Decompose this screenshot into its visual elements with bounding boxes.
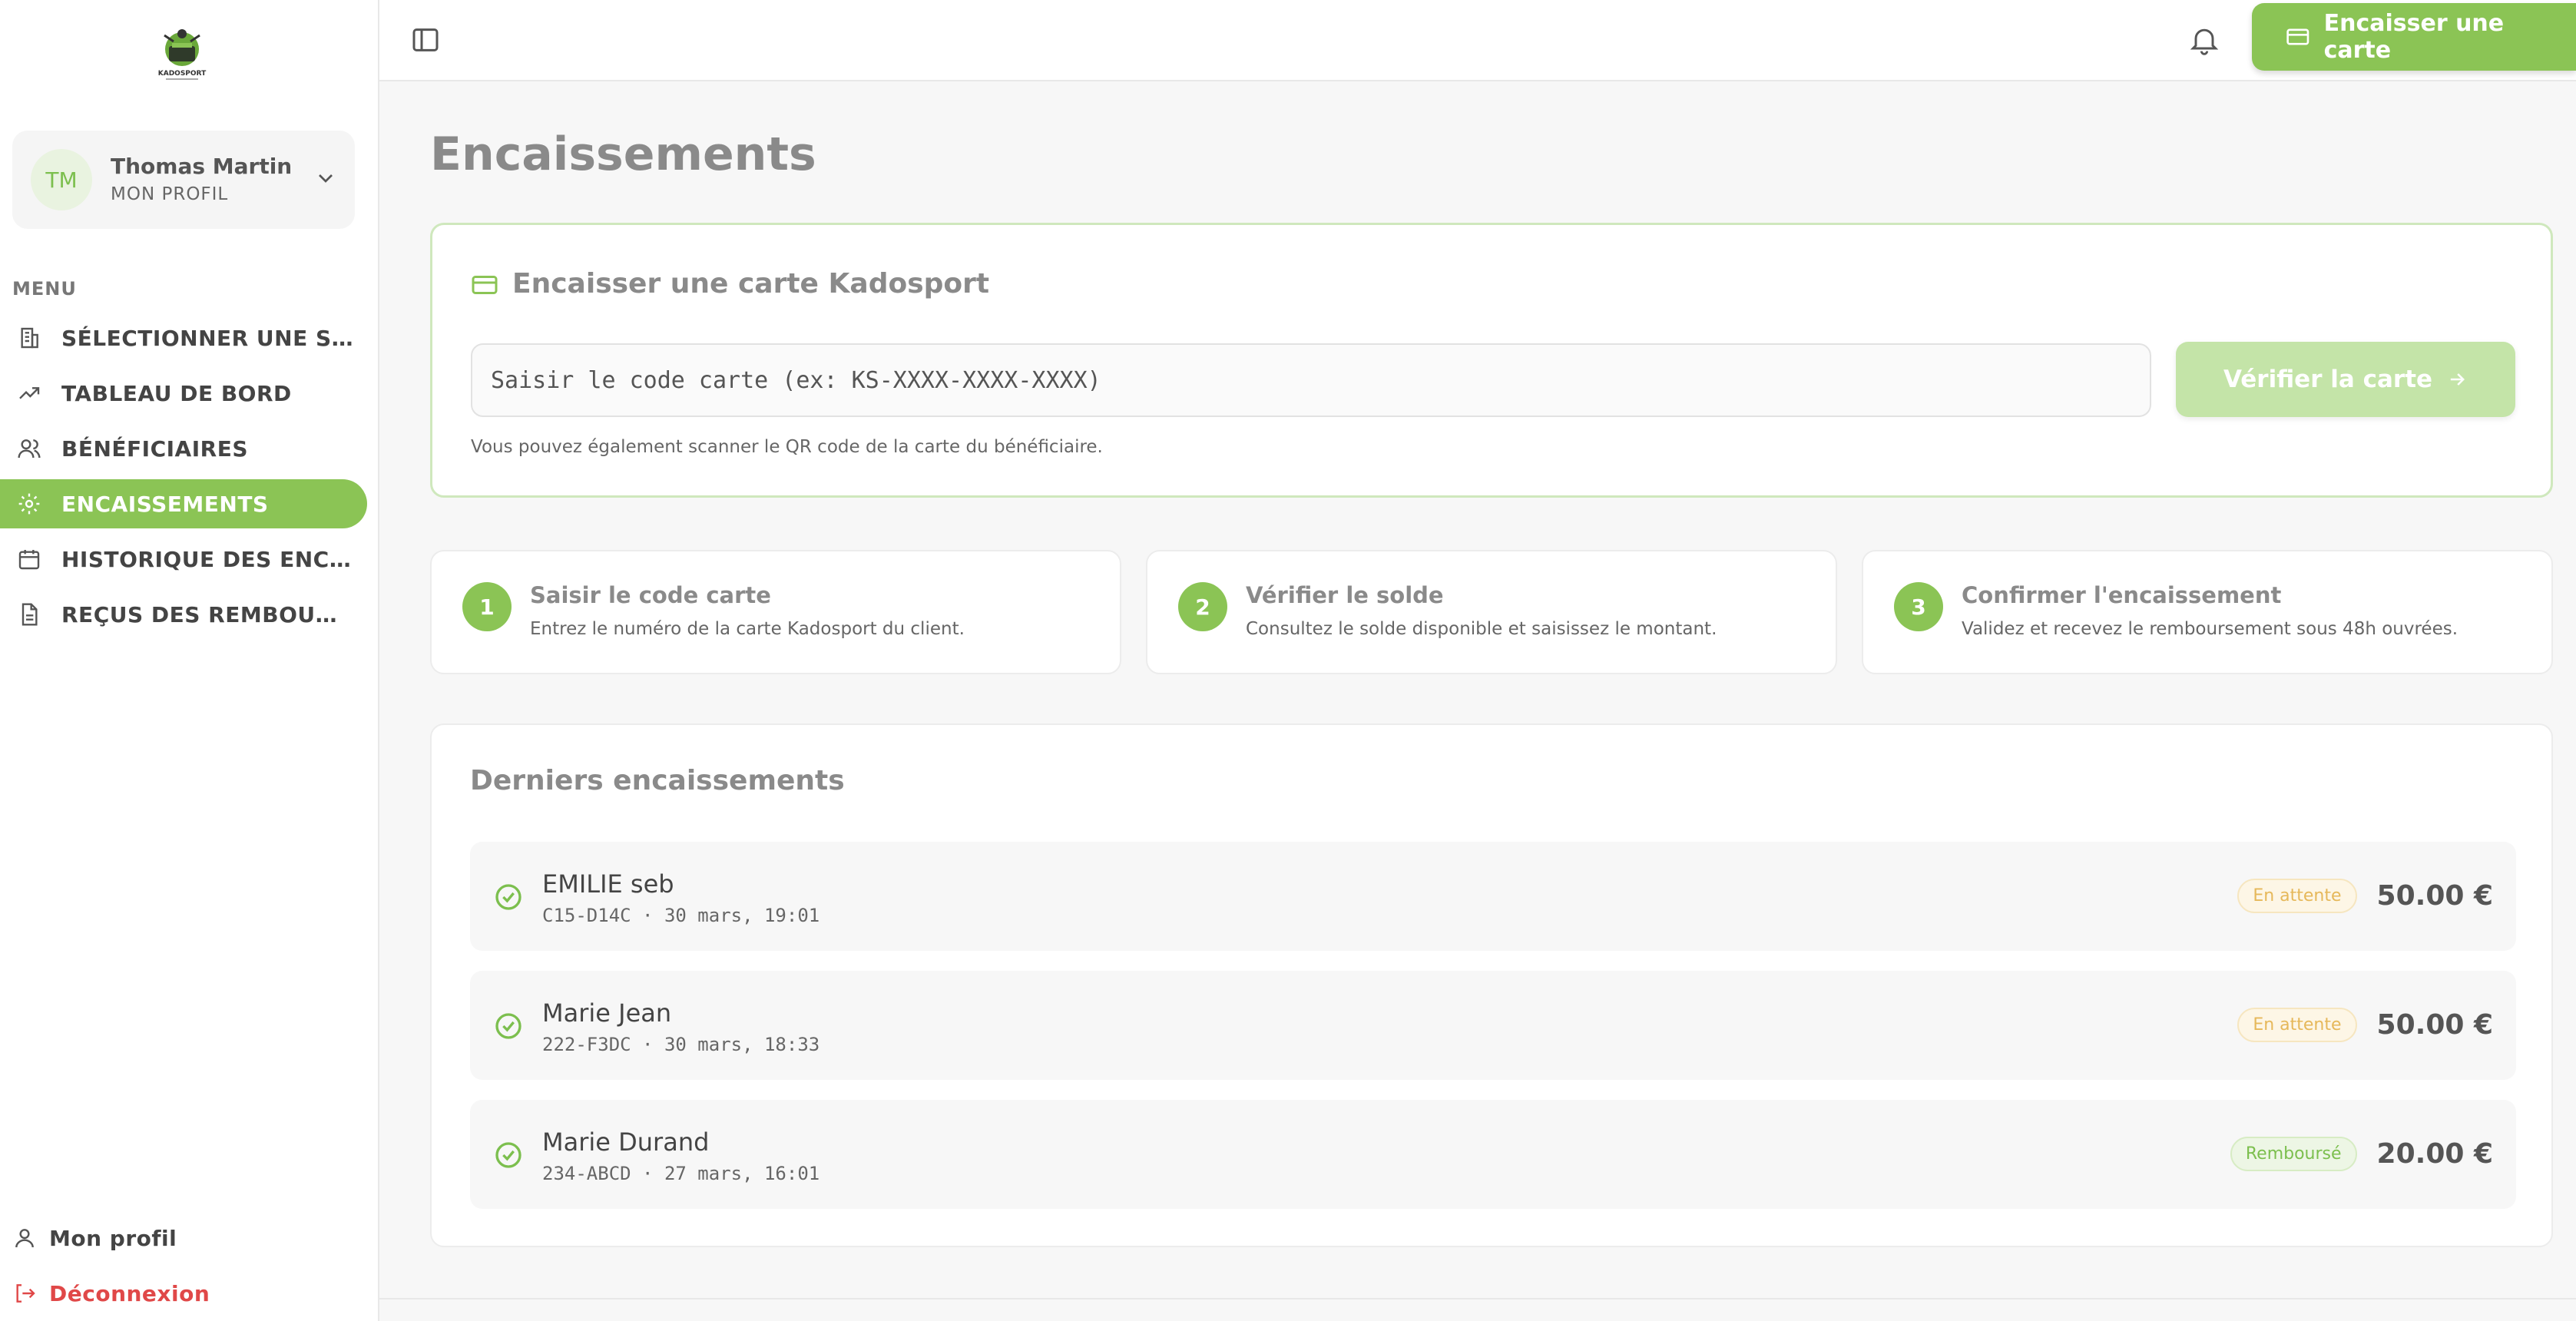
building-icon [21, 327, 38, 349]
step-number: 1 [462, 582, 512, 631]
check-circle-icon [495, 1013, 521, 1039]
cash-card-button[interactable]: Encaisser une carte [2252, 3, 2576, 71]
scan-hint: Vous pouvez également scanner le QR code… [471, 437, 1103, 457]
profile-subtitle: MON PROFIL [111, 184, 229, 204]
document-icon [22, 603, 38, 626]
sidebar-item-encaissements[interactable]: ENCAISSEMENTS [0, 479, 367, 528]
step-title: Saisir le code carte [530, 582, 771, 608]
step-card: 2 Vérifier le solde Consultez le solde d… [1146, 550, 1837, 674]
step-number: 3 [1894, 582, 1943, 631]
sidebar-item-label: REÇUS DES REMBOURSEMENTS [61, 601, 353, 627]
check-circle-icon [495, 1142, 521, 1168]
status-badge: En attente [2237, 1007, 2357, 1042]
sidebar-item-label: HISTORIQUE DES ENCAISSEMENTS [61, 546, 353, 572]
bell-icon[interactable] [2187, 23, 2221, 57]
step-description: Entrez le numéro de la carte Kadosport d… [530, 619, 965, 639]
trending-up-icon [19, 387, 40, 399]
profile-card[interactable]: TM Thomas Martin MON PROFIL [12, 131, 355, 229]
step-number: 2 [1178, 582, 1227, 631]
transaction-row[interactable]: Marie Jean 222-F3DC · 30 mars, 18:33 En … [470, 971, 2516, 1080]
transaction-row[interactable]: EMILIE seb C15-D14C · 30 mars, 19:01 En … [470, 842, 2516, 951]
chevron-down-icon[interactable] [313, 166, 338, 190]
sidebar-item-label: BÉNÉFICIAIRES [61, 435, 248, 462]
cash-card-panel-title: Encaisser une carte Kadosport [512, 268, 990, 300]
recent-transactions-panel: Derniers encaissements EMILIE seb C15-D1… [430, 723, 2553, 1247]
transaction-amount: 50.00 € [2376, 1008, 2493, 1041]
calendar-icon [18, 550, 40, 570]
sidebar-item-history[interactable]: HISTORIQUE DES ENCAISSEMENTS [0, 535, 367, 584]
kadosport-logo[interactable]: KADOSPORT [154, 20, 210, 84]
credit-card-icon [2286, 28, 2309, 45]
verify-card-button[interactable]: Vérifier la carte [2176, 342, 2515, 417]
menu-label: MENU [12, 278, 77, 300]
step-description: Consultez le solde disponible et saisiss… [1246, 619, 1717, 639]
transaction-amount: 50.00 € [2376, 879, 2493, 912]
transaction-meta: 222-F3DC · 30 mars, 18:33 [542, 1034, 820, 1055]
step-card: 3 Confirmer l'encaissement Validez et re… [1862, 550, 2553, 674]
sidebar-item-receipts[interactable]: REÇUS DES REMBOURSEMENTS [0, 590, 367, 639]
user-icon [15, 1229, 34, 1248]
sidebar-item-label: TABLEAU DE BORD [61, 380, 292, 406]
sidebar: KADOSPORT TM Thomas Martin MON PROFIL ME… [0, 0, 379, 1321]
logout-link[interactable]: Déconnexion [0, 1270, 369, 1316]
profile-link-label: Mon profil [49, 1225, 177, 1251]
recent-transactions-title: Derniers encaissements [470, 765, 845, 796]
topbar: Encaisser une carte [379, 0, 2576, 81]
gear-icon [18, 493, 40, 515]
sidebar-item-select-room[interactable]: SÉLECTIONNER UNE SALLE [0, 313, 367, 363]
cash-card-panel: Encaisser une carte Kadosport Vérifier l… [430, 223, 2553, 498]
sidebar-item-label: SÉLECTIONNER UNE SALLE [61, 325, 353, 351]
card-code-input[interactable] [471, 343, 2151, 417]
credit-card-icon [472, 276, 498, 294]
status-badge: En attente [2237, 878, 2357, 913]
divider [379, 1298, 2576, 1299]
transaction-meta: C15-D14C · 30 mars, 19:01 [542, 905, 820, 926]
logout-icon [16, 1284, 35, 1303]
sidebar-profile-link[interactable]: Mon profil [0, 1215, 369, 1261]
check-circle-icon [495, 884, 521, 910]
transaction-meta: 234-ABCD · 27 mars, 16:01 [542, 1163, 820, 1184]
users-icon [18, 439, 41, 459]
sidebar-item-beneficiaries[interactable]: BÉNÉFICIAIRES [0, 424, 367, 473]
transaction-row[interactable]: Marie Durand 234-ABCD · 27 mars, 16:01 R… [470, 1100, 2516, 1209]
sidebar-toggle-icon[interactable] [410, 25, 441, 55]
step-description: Validez et recevez le remboursement sous… [1962, 619, 2458, 639]
step-title: Vérifier le solde [1246, 582, 1444, 608]
logout-label: Déconnexion [49, 1280, 210, 1306]
transaction-name: Marie Jean [542, 998, 672, 1028]
cash-card-button-label: Encaisser une carte [2323, 10, 2505, 64]
avatar: TM [31, 149, 92, 210]
transaction-name: Marie Durand [542, 1127, 710, 1157]
profile-name: Thomas Martin [111, 154, 293, 179]
status-badge: Remboursé [2230, 1136, 2357, 1171]
page-title: Encaissements [430, 127, 816, 181]
step-card: 1 Saisir le code carte Entrez le numéro … [430, 550, 1121, 674]
sidebar-item-label: ENCAISSEMENTS [61, 491, 269, 517]
arrow-right-icon [2450, 373, 2465, 386]
transaction-amount: 20.00 € [2376, 1137, 2493, 1170]
transaction-name: EMILIE seb [542, 869, 674, 899]
sidebar-item-dashboard[interactable]: TABLEAU DE BORD [0, 369, 367, 418]
svg-text:KADOSPORT: KADOSPORT [158, 70, 207, 78]
step-title: Confirmer l'encaissement [1962, 582, 2282, 608]
verify-card-button-label: Vérifier la carte [2223, 366, 2433, 393]
